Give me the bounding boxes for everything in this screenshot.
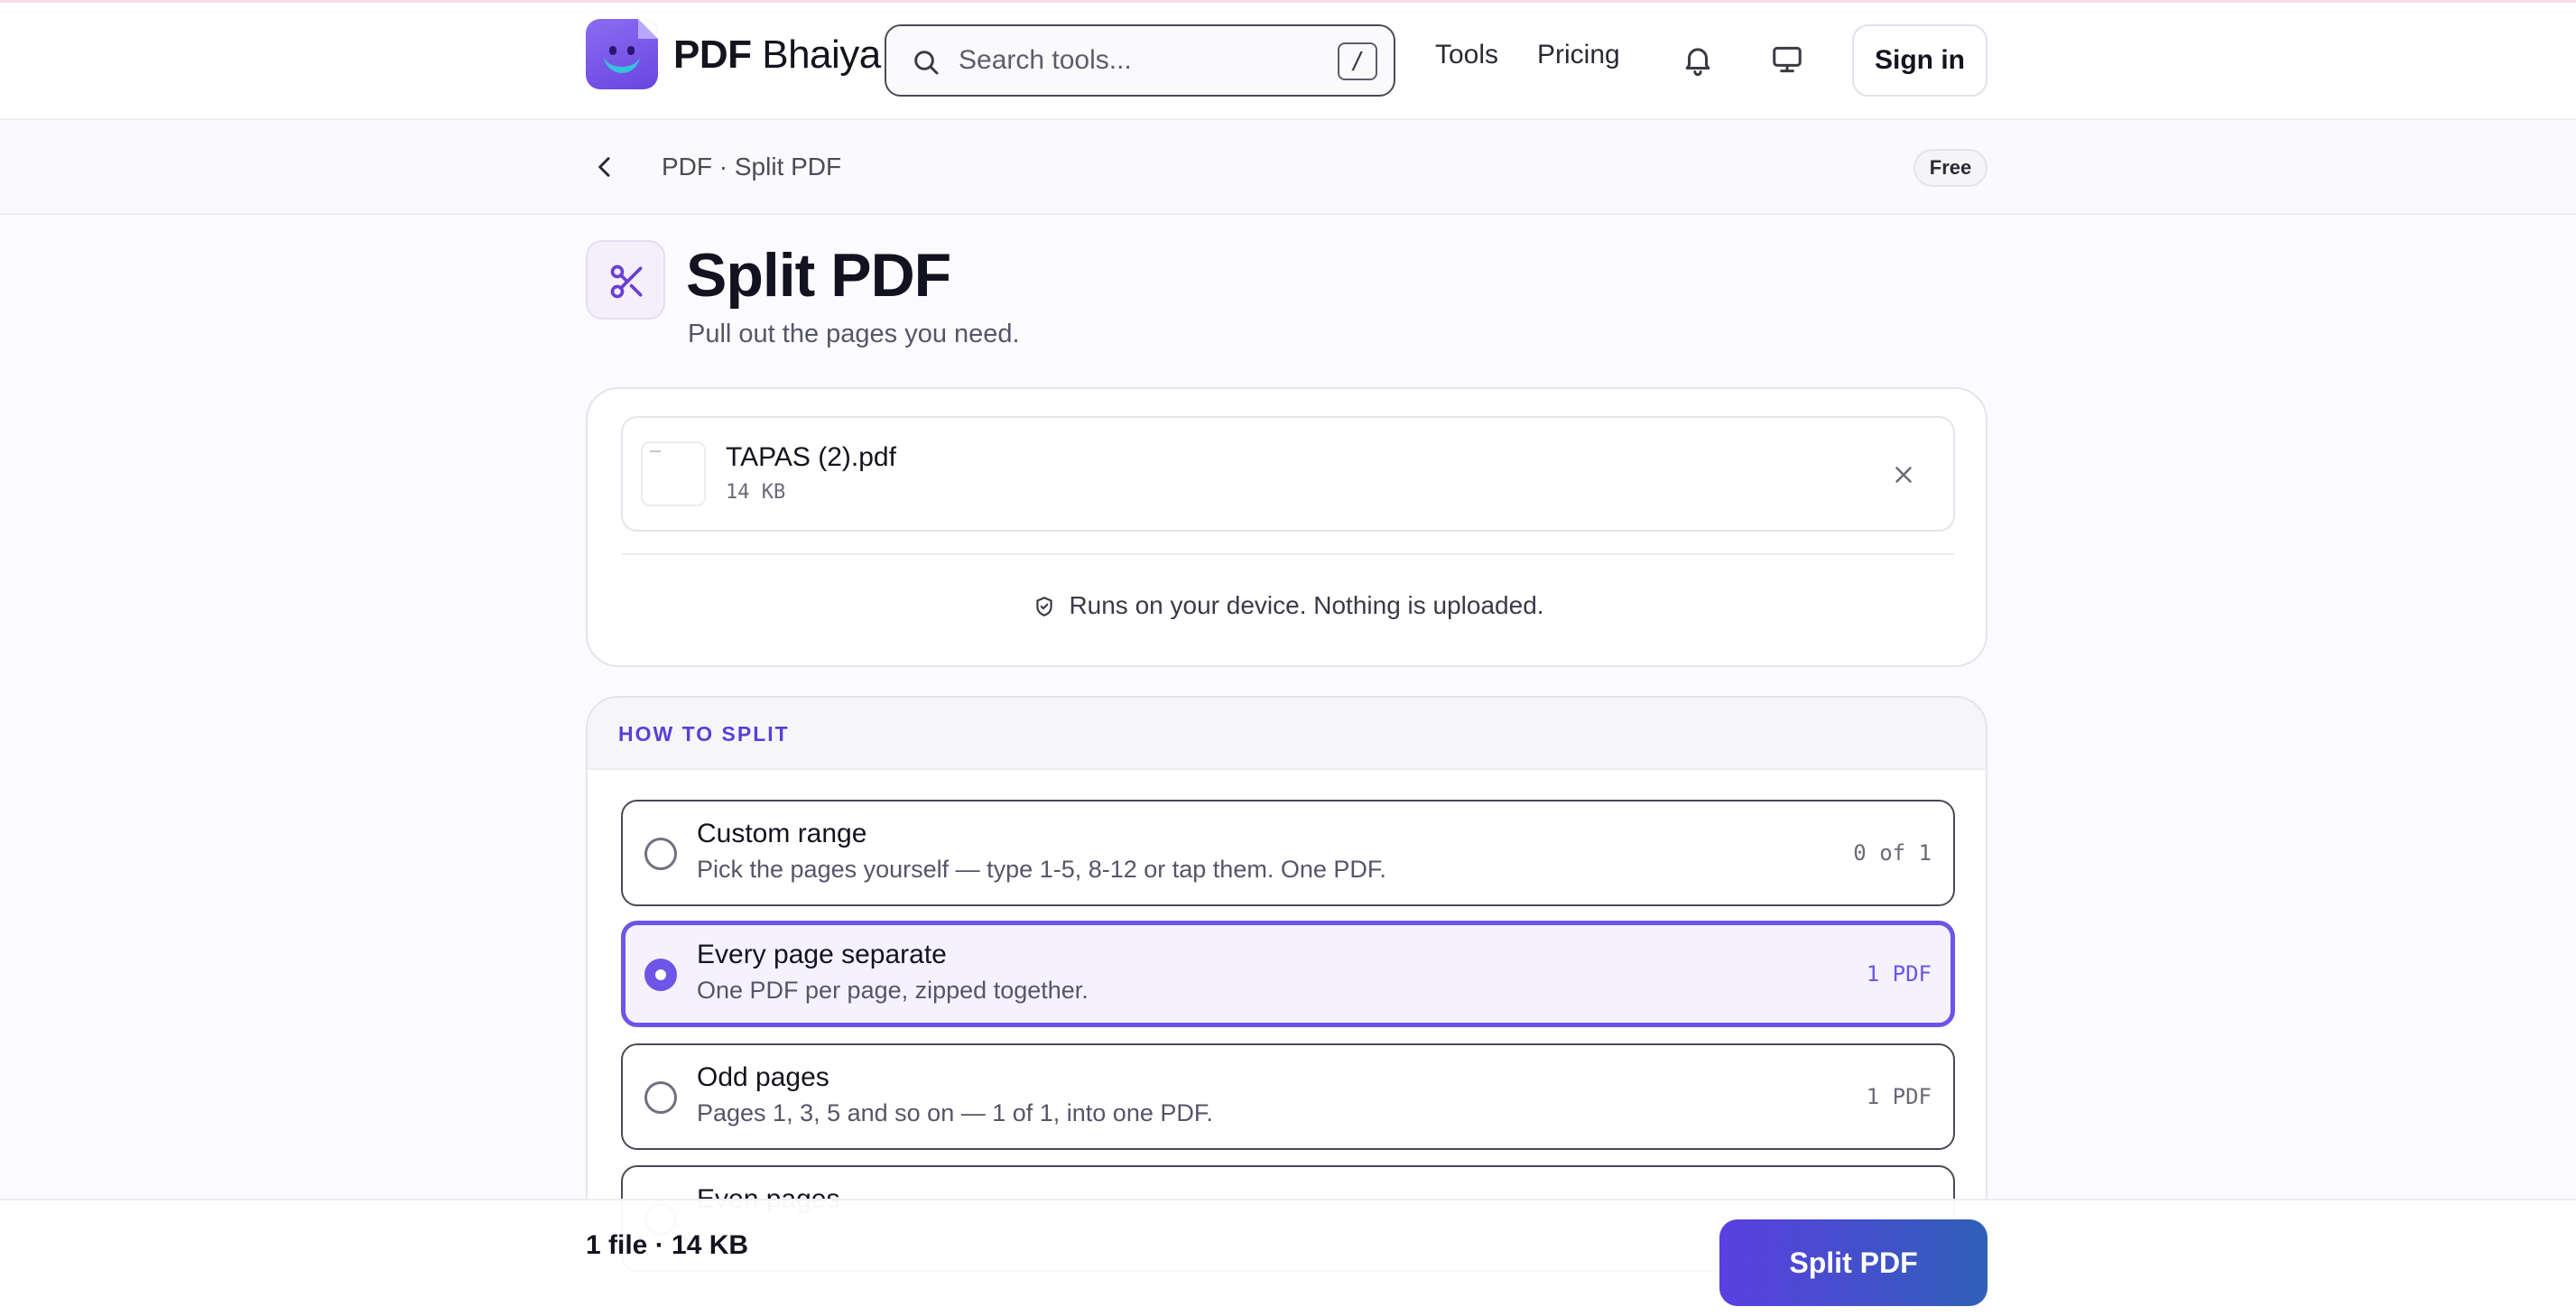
tool-icon-tile (586, 240, 665, 320)
brand-name-rest: Bhaiya (762, 32, 881, 77)
privacy-note-text: Runs on your device. Nothing is uploaded… (1069, 591, 1544, 619)
option-every-page-separate[interactable]: Every page separate One PDF per page, zi… (621, 921, 1955, 1027)
brand-logo[interactable] (586, 19, 658, 89)
option-description: Pages 1, 3, 5 and so on — 1 of 1, into o… (697, 1099, 1213, 1126)
file-card: TAPAS (2).pdf 14 KB Runs on your device.… (586, 387, 1988, 667)
option-title: Odd pages (697, 1062, 829, 1092)
breadcrumb-bar: PDF · Split PDF Free (0, 120, 2576, 215)
option-count: 0 of 1 (1853, 840, 1932, 866)
file-item: TAPAS (2).pdf 14 KB (621, 416, 1955, 532)
split-options-header: HOW TO SPLIT (588, 698, 1986, 770)
sign-in-button[interactable]: Sign in (1852, 24, 1988, 97)
search-box[interactable]: Search tools... / (885, 24, 1395, 97)
action-bar: 1 file · 14 KB Split PDF (0, 1199, 2576, 1316)
search-shortcut-key: / (1338, 42, 1377, 80)
monitor-icon[interactable] (1770, 42, 1804, 77)
radio-button-selected[interactable] (644, 959, 677, 991)
logo-smile (604, 55, 640, 73)
bell-icon[interactable] (1681, 42, 1715, 77)
option-odd-pages[interactable]: Odd pages Pages 1, 3, 5 and so on — 1 of… (621, 1043, 1955, 1150)
back-arrow-icon[interactable] (590, 153, 619, 181)
split-pdf-button[interactable]: Split PDF (1719, 1219, 1988, 1306)
brand-name-bold: PDF (673, 32, 752, 77)
radio-button[interactable] (644, 838, 677, 870)
close-icon[interactable] (1890, 461, 1917, 488)
logo-fold (638, 19, 658, 39)
option-count: 1 PDF (1866, 961, 1932, 987)
free-badge: Free (1913, 149, 1988, 187)
app-header: PDF Bhaiya Search tools... / Tools Prici… (0, 3, 2576, 120)
file-thumbnail (641, 441, 706, 506)
option-count: 1 PDF (1866, 1084, 1932, 1109)
radio-button[interactable] (644, 1081, 677, 1114)
file-size: 14 KB (726, 481, 786, 504)
option-title: Custom range (697, 819, 867, 848)
search-input[interactable]: Search tools... (959, 26, 1132, 95)
privacy-note: Runs on your device. Nothing is uploaded… (588, 588, 1989, 624)
split-options-heading: HOW TO SPLIT (618, 722, 790, 746)
logo-eye-left (609, 46, 616, 55)
nav-pricing-link[interactable]: Pricing (1537, 37, 1620, 73)
option-custom-range[interactable]: Custom range Pick the pages yourself — t… (621, 800, 1955, 906)
file-name: TAPAS (2).pdf (726, 442, 896, 472)
brand-name[interactable]: PDF Bhaiya (673, 30, 881, 80)
breadcrumb[interactable]: PDF · Split PDF (662, 149, 841, 185)
logo-eye-right (627, 46, 635, 55)
file-summary: 1 file · 14 KB (586, 1230, 749, 1260)
option-title: Every page separate (697, 940, 947, 969)
option-description: One PDF per page, zipped together. (697, 977, 1089, 1004)
scissors-icon (610, 264, 643, 299)
divider (621, 553, 1955, 555)
nav-tools-link[interactable]: Tools (1435, 37, 1498, 73)
shield-check-icon (1036, 597, 1053, 616)
option-description: Pick the pages yourself — type 1-5, 8-12… (697, 856, 1386, 883)
page-subtitle: Pull out the pages you need. (688, 320, 1020, 348)
page-title: Split PDF (686, 241, 951, 310)
search-icon (914, 51, 939, 75)
